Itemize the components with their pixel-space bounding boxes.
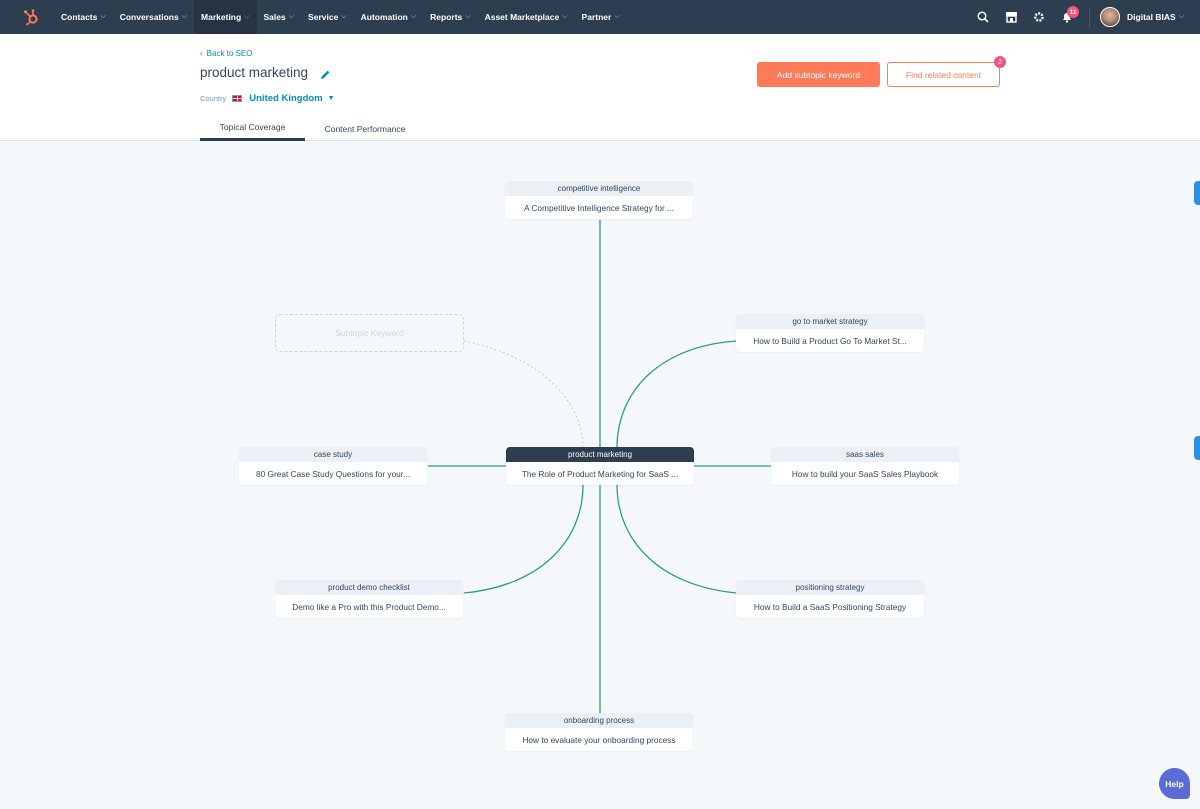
subtopic-content: Demo like a Pro with this Product Demo..… [292, 601, 446, 612]
chevron-down-icon: ⌵ [341, 13, 347, 20]
search-icon [977, 11, 989, 23]
subtopic-content: 80 Great Case Study Questions for your..… [255, 468, 411, 479]
chevron-down-icon: ⌵ [562, 13, 568, 20]
top-navigation: Contacts ⌵ Conversations ⌵ Marketing ⌵ Sale… [0, 0, 1200, 34]
notifications-button[interactable]: 11 [1053, 0, 1081, 34]
subtopic-keyword: competitive intelligence [505, 181, 693, 196]
subtopic-node-saas-sales[interactable]: saas sales How to build your SaaS Sales … [771, 447, 959, 485]
nav-label: Service [308, 12, 339, 22]
link-product-demo-checklist [463, 484, 584, 594]
nav-divider [1089, 7, 1091, 27]
nav-conversations[interactable]: Conversations ⌵ [113, 0, 194, 34]
side-panel-tab-top[interactable] [1194, 181, 1200, 205]
subtopic-keyword: onboarding process [505, 713, 693, 728]
link-go-to-market-strategy [616, 340, 738, 449]
marketplace-icon [1005, 12, 1017, 23]
country-label: Country [200, 94, 227, 103]
country-dropdown[interactable]: United Kingdom ▼ [249, 93, 334, 104]
hubspot-logo[interactable] [8, 0, 54, 34]
topic-cluster-canvas[interactable]: Subtopic Keyword competitive intelligenc… [0, 141, 1200, 809]
subtopic-keyword: saas sales [771, 447, 959, 462]
nav-label: Marketing [201, 12, 242, 22]
tab-content-performance[interactable]: Content Performance [305, 113, 425, 141]
related-content-count-badge: 2 [994, 56, 1006, 68]
country-selector-row: Country United Kingdom ▼ [200, 93, 335, 104]
chevron-down-icon: ⌵ [410, 13, 417, 20]
page-header: ‹ Back to SEO product marketing Country U… [0, 34, 1200, 141]
link-positioning-strategy [616, 484, 738, 594]
edit-title-button[interactable] [320, 67, 332, 79]
tab-topical-coverage[interactable]: Topical Coverage [200, 113, 305, 141]
chevron-down-icon: ⌵ [614, 13, 620, 20]
back-link-label: Back to SEO [206, 49, 253, 58]
page-title: product marketing [200, 65, 309, 80]
subtopic-keyword-placeholder[interactable]: Subtopic Keyword [275, 314, 464, 352]
nav-label: Asset Marketplace [484, 12, 560, 22]
nav-contacts[interactable]: Contacts ⌵ [54, 0, 113, 34]
find-related-content-button[interactable]: Find related content [887, 62, 1000, 87]
subtopic-content: How to Build a SaaS Positioning Strategy [753, 601, 907, 612]
nav-automation[interactable]: Automation ⌵ [354, 0, 424, 34]
subtopic-keyword: product demo checklist [275, 580, 463, 595]
notification-count-badge: 11 [1067, 6, 1080, 18]
chevron-down-icon: ⌵ [244, 13, 250, 20]
help-button[interactable]: Help [1159, 768, 1190, 799]
subtopic-node-competitive-intelligence[interactable]: competitive intelligence A Competitive I… [505, 181, 693, 219]
link-placeholder [463, 340, 584, 449]
subtopic-content: How to Build a Product Go To Market St..… [753, 335, 907, 346]
nav-label: Reports [430, 12, 463, 22]
chevron-left-icon: ‹ [200, 49, 203, 58]
chevron-down-icon: ⌵ [465, 13, 471, 20]
nav-service[interactable]: Service ⌵ [301, 0, 354, 34]
subtopic-node-product-demo-checklist[interactable]: product demo checklist Demo like a Pro w… [275, 580, 463, 618]
pillar-content: The Role of Product Marketing for SaaS .… [521, 468, 679, 479]
nav-partner[interactable]: Partner ⌵ [575, 0, 627, 34]
subtopic-content: A Competitive Intelligence Strategy for … [524, 202, 674, 213]
subtopic-keyword: positioning strategy [736, 580, 924, 595]
nav-reports[interactable]: Reports ⌵ [423, 0, 477, 34]
nav-asset-marketplace[interactable]: Asset Marketplace ⌵ [478, 0, 575, 34]
subtopic-keyword: case study [239, 447, 427, 462]
chevron-down-icon: ⌵ [288, 13, 295, 20]
chevron-down-icon: ⌵ [100, 13, 106, 20]
uk-flag-icon [232, 95, 243, 102]
pillar-node-product-marketing[interactable]: product marketing The Role of Product Ma… [506, 447, 694, 485]
account-name: Digital BIAS [1127, 12, 1176, 22]
subtopic-content: How to build your SaaS Sales Playbook [791, 468, 939, 479]
settings-button[interactable] [1025, 0, 1053, 34]
search-button[interactable] [969, 0, 997, 34]
pencil-icon [321, 70, 330, 79]
pillar-keyword: product marketing [506, 447, 694, 462]
account-menu[interactable]: Digital BIAS ⌵ [1127, 12, 1184, 22]
subtopic-content: How to evaluate your onboarding process [522, 734, 676, 745]
add-subtopic-keyword-button[interactable]: Add subtopic keyword [757, 62, 880, 87]
nav-label: Sales [263, 12, 286, 22]
subtopic-node-case-study[interactable]: case study 80 Great Case Study Questions… [239, 447, 427, 485]
subtopic-keyword: go to market strategy [736, 314, 924, 329]
chevron-down-icon: ⌵ [181, 13, 188, 20]
caret-down-icon: ▼ [327, 95, 335, 102]
nav-label: Partner [581, 12, 612, 22]
country-value: United Kingdom [249, 93, 323, 104]
avatar[interactable] [1100, 7, 1121, 27]
settings-icon [1034, 12, 1044, 22]
subtopic-node-go-to-market-strategy[interactable]: go to market strategy How to Build a Pro… [736, 314, 924, 352]
nav-label: Automation [360, 12, 408, 22]
tab-bar: Topical Coverage Content Performance [200, 113, 425, 141]
nav-sales[interactable]: Sales ⌵ [257, 0, 302, 34]
marketplace-button[interactable] [997, 0, 1025, 34]
subtopic-node-onboarding-process[interactable]: onboarding process How to evaluate your … [505, 713, 693, 751]
nav-right-tools: 11 Digital BIAS ⌵ [969, 0, 1200, 34]
nav-marketing[interactable]: Marketing ⌵ [194, 0, 257, 34]
chevron-down-icon: ⌵ [1178, 13, 1184, 20]
back-to-seo-link[interactable]: ‹ Back to SEO [200, 49, 252, 58]
nav-label: Contacts [61, 12, 98, 22]
side-panel-tab-middle[interactable] [1194, 436, 1200, 460]
subtopic-node-positioning-strategy[interactable]: positioning strategy How to Build a SaaS… [736, 580, 924, 618]
nav-label: Conversations [119, 12, 179, 22]
hubspot-sprocket-icon [24, 9, 38, 26]
